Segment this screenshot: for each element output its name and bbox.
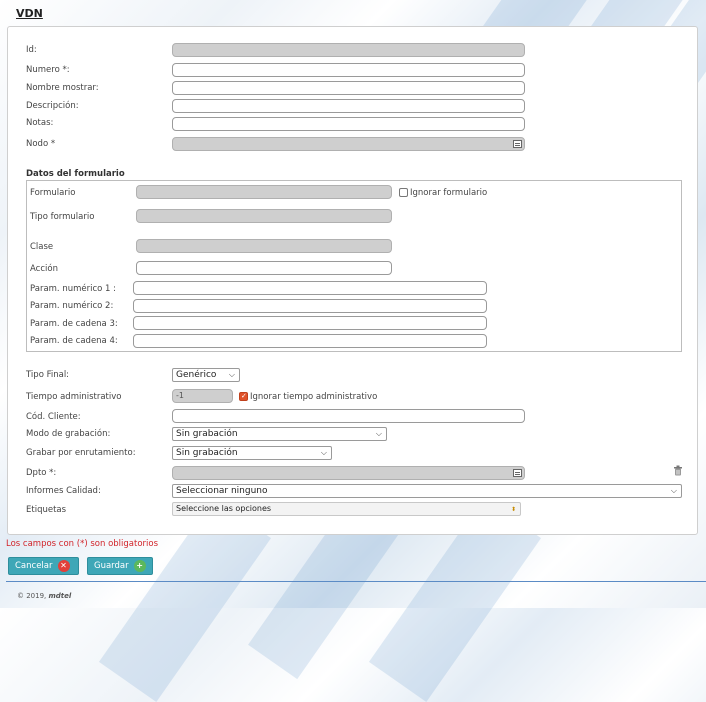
copyright-text: © 2019,	[17, 592, 47, 600]
x-circle-icon: ✕	[57, 560, 70, 572]
save-button[interactable]: Guardar +	[87, 557, 153, 575]
dpto-label: Dpto *:	[26, 468, 57, 478]
list-picker-icon[interactable]	[513, 140, 522, 148]
cancel-button-label: Cancelar	[15, 561, 53, 571]
tiempo-administrativo-field: -1	[172, 389, 233, 403]
accion-field[interactable]	[136, 261, 392, 275]
grabar-enrutamiento-value: Sin grabación	[176, 448, 238, 458]
etiquetas-placeholder: Seleccione las opciones	[176, 504, 272, 513]
descripcion-field[interactable]	[172, 99, 525, 113]
ignorar-tiempo-checkbox[interactable]	[239, 392, 248, 401]
informes-calidad-label: Informes Calidad:	[26, 486, 101, 496]
descripcion-label: Descripción:	[26, 101, 79, 111]
formulario-field	[136, 185, 392, 199]
grabar-enrutamiento-select[interactable]: Sin grabación ⌵	[172, 446, 332, 460]
page-title: VDN	[16, 7, 43, 20]
dpto-field	[172, 466, 525, 480]
clase-field	[136, 239, 392, 253]
nombre-mostrar-label: Nombre mostrar:	[26, 83, 99, 93]
param-cadena-4-label: Param. de cadena 4:	[30, 336, 118, 346]
sort-arrows-icon: ⬍	[510, 506, 516, 513]
param-numerico-2-field[interactable]	[133, 299, 487, 313]
numero-label: Numero *:	[26, 65, 70, 75]
modo-grabacion-value: Sin grabación	[176, 429, 238, 439]
footer-copyright: © 2019, mdtel	[17, 592, 71, 600]
cod-cliente-label: Cód. Cliente:	[26, 412, 81, 422]
formulario-label: Formulario	[30, 188, 76, 198]
param-cadena-3-label: Param. de cadena 3:	[30, 319, 118, 329]
tipo-final-value: Genérico	[176, 370, 217, 380]
id-label: Id:	[26, 45, 37, 55]
tiempo-administrativo-label: Tiempo administrativo	[26, 392, 122, 402]
tiempo-administrativo-value: -1	[176, 391, 184, 400]
informes-calidad-value: Seleccionar ninguno	[176, 486, 268, 496]
chevron-down-icon: ⌵	[670, 486, 677, 495]
clase-label: Clase	[30, 242, 54, 252]
tipo-final-select[interactable]: Genérico ⌵	[172, 368, 240, 382]
etiquetas-multiselect[interactable]: Seleccione las opciones ⬍	[172, 502, 521, 516]
param-numerico-1-field[interactable]	[133, 281, 487, 295]
required-fields-note: Los campos con (*) son obligatorios	[6, 539, 159, 549]
notas-label: Notas:	[26, 118, 54, 128]
grabar-enrutamiento-label: Grabar por enrutamiento:	[26, 448, 136, 458]
plus-circle-icon: +	[133, 560, 146, 572]
etiquetas-label: Etiquetas	[26, 505, 67, 515]
accion-label: Acción	[30, 264, 58, 274]
ignorar-formulario-label: Ignorar formulario	[410, 188, 488, 198]
brand-name: mdtel	[48, 592, 72, 600]
trash-icon[interactable]	[673, 465, 683, 476]
param-numerico-1-label: Param. numérico 1 :	[30, 284, 117, 294]
datos-formulario-heading: Datos del formulario	[26, 169, 125, 179]
nodo-field	[172, 137, 525, 151]
id-field	[172, 43, 525, 57]
tipo-final-label: Tipo Final:	[26, 370, 70, 380]
ignorar-formulario-checkbox[interactable]	[399, 188, 408, 197]
cod-cliente-field[interactable]	[172, 409, 525, 423]
ignorar-tiempo-label: Ignorar tiempo administrativo	[250, 392, 378, 402]
numero-field[interactable]	[172, 63, 525, 77]
param-cadena-3-field[interactable]	[133, 316, 487, 330]
tipo-formulario-field	[136, 209, 392, 223]
save-button-label: Guardar	[94, 561, 129, 571]
modo-grabacion-select[interactable]: Sin grabación ⌵	[172, 427, 387, 441]
modo-grabacion-label: Modo de grabación:	[26, 429, 111, 439]
footer-divider	[6, 581, 706, 582]
param-numerico-2-label: Param. numérico 2:	[30, 301, 114, 311]
nombre-mostrar-field[interactable]	[172, 81, 525, 95]
chevron-down-icon: ⌵	[375, 429, 382, 438]
nodo-label: Nodo *	[26, 139, 56, 149]
tipo-formulario-label: Tipo formulario	[30, 212, 95, 222]
chevron-down-icon: ⌵	[320, 448, 327, 457]
list-picker-icon[interactable]	[513, 469, 522, 477]
chevron-down-icon: ⌵	[228, 370, 235, 379]
param-cadena-4-field[interactable]	[133, 334, 487, 348]
cancel-button[interactable]: Cancelar ✕	[8, 557, 79, 575]
informes-calidad-select[interactable]: Seleccionar ninguno ⌵	[172, 484, 682, 498]
notas-field[interactable]	[172, 117, 525, 131]
